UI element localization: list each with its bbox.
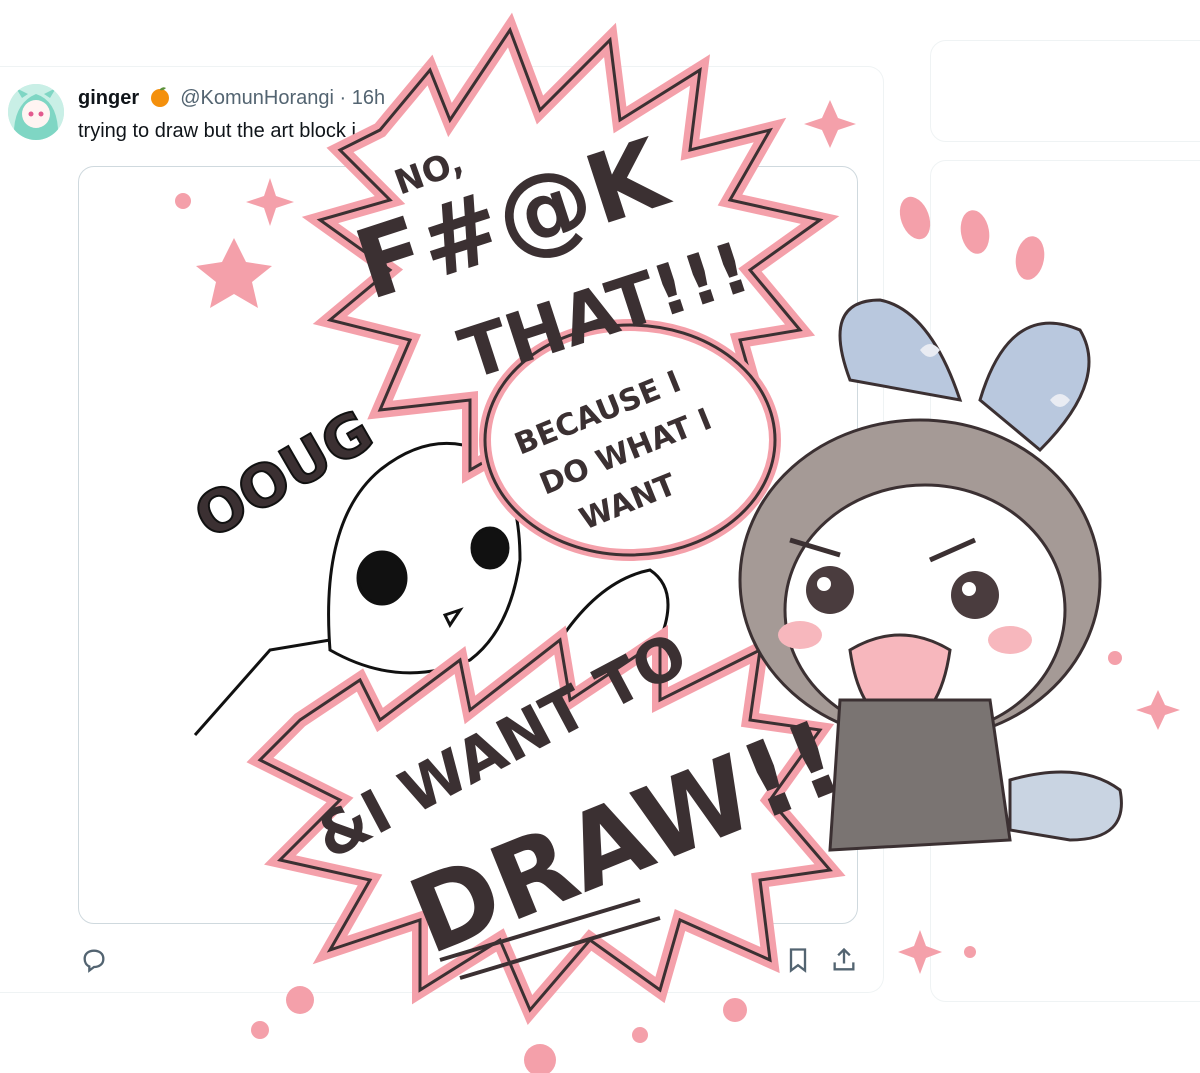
sidebar-panel xyxy=(930,160,1200,1002)
orange-emoji-icon xyxy=(149,86,171,108)
user-handle[interactable]: @KomunHorangi xyxy=(180,87,334,109)
timestamp[interactable]: 16h xyxy=(352,87,385,109)
share-icon[interactable] xyxy=(830,946,858,974)
sidebar-panel-top xyxy=(930,40,1200,142)
tweet-media[interactable] xyxy=(78,166,858,924)
separator: · xyxy=(339,87,347,109)
tweet-header: ginger @KomunHorangi · 16h xyxy=(78,86,385,110)
avatar[interactable] xyxy=(8,84,64,140)
display-name[interactable]: ginger xyxy=(78,87,139,109)
bookmark-icon[interactable] xyxy=(784,946,812,974)
reply-icon[interactable] xyxy=(80,946,108,974)
tweet-text: trying to draw but the art block i xyxy=(78,120,356,142)
